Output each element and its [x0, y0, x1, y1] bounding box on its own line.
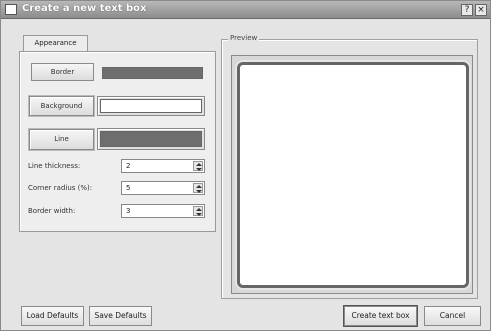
arrow-down-icon[interactable] — [196, 168, 202, 171]
arrow-up-icon[interactable] — [196, 185, 202, 188]
line-color-swatch[interactable] — [100, 131, 202, 147]
title-bar[interactable]: Create a new text box ? × — [1, 1, 490, 19]
line-color-button[interactable]: Line — [29, 129, 94, 150]
border-width-label: Border width: — [28, 207, 76, 215]
border-color-swatch[interactable] — [102, 67, 203, 79]
preview-label: Preview — [228, 34, 260, 42]
line-thickness-value: 2 — [126, 162, 131, 170]
close-icon: × — [477, 5, 485, 15]
line-thickness-stepper[interactable] — [193, 161, 203, 171]
close-button[interactable]: × — [475, 4, 487, 16]
line-thickness-label: Line thickness: — [28, 162, 81, 170]
corner-radius-spinbox[interactable]: 5 — [121, 181, 205, 195]
arrow-up-icon[interactable] — [196, 163, 202, 166]
border-color-button[interactable]: Border — [31, 63, 94, 81]
background-color-swatch[interactable] — [100, 99, 202, 113]
dialog-window: Create a new text box ? × Appearance Bor… — [0, 0, 491, 331]
cancel-button[interactable]: Cancel — [424, 306, 481, 326]
save-defaults-button[interactable]: Save Defaults — [89, 306, 152, 326]
arrow-down-icon[interactable] — [196, 213, 202, 216]
corner-radius-label: Corner radius (%): — [28, 184, 93, 192]
window-title: Create a new text box — [22, 3, 147, 14]
tab-appearance[interactable]: Appearance — [23, 35, 88, 52]
border-width-value: 3 — [126, 207, 131, 215]
arrow-up-icon[interactable] — [196, 208, 202, 211]
line-thickness-spinbox[interactable]: 2 — [121, 159, 205, 173]
corner-radius-stepper[interactable] — [193, 183, 203, 193]
border-width-spinbox[interactable]: 3 — [121, 204, 205, 218]
arrow-down-icon[interactable] — [196, 190, 202, 193]
create-text-box-button[interactable]: Create text box — [344, 306, 417, 326]
background-color-button[interactable]: Background — [29, 96, 94, 116]
border-width-stepper[interactable] — [193, 206, 203, 216]
corner-radius-value: 5 — [126, 184, 131, 192]
load-defaults-button[interactable]: Load Defaults — [21, 306, 84, 326]
window-icon — [5, 4, 17, 15]
preview-text-box — [237, 62, 469, 288]
help-button[interactable]: ? — [461, 4, 473, 16]
